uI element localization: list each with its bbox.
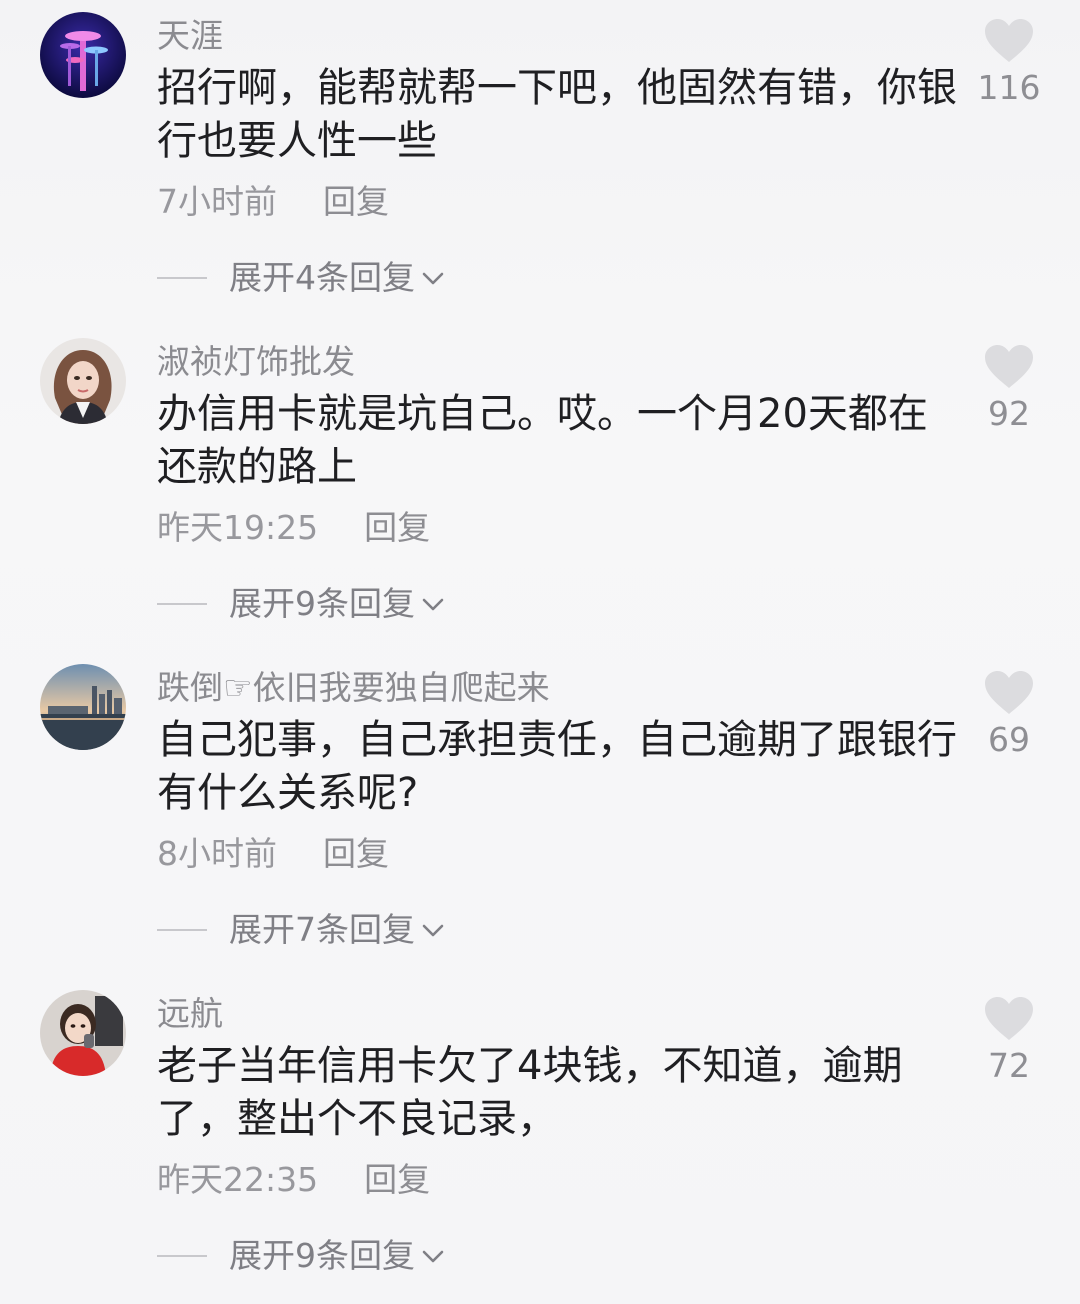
expand-replies-label: 展开7条回复	[229, 910, 415, 949]
username[interactable]: 淑祯灯饰批发	[157, 340, 355, 384]
like-button[interactable]: 69	[968, 670, 1050, 770]
chevron-down-icon	[422, 924, 444, 937]
chevron-down-icon	[422, 1250, 444, 1263]
heart-icon	[985, 671, 1033, 714]
comment-list: 天涯 招行啊，能帮就帮一下吧，他固然有错，你银 行也要人性一些 7小时前 回复 …	[0, 0, 1080, 1303]
username[interactable]: 天涯	[157, 14, 223, 58]
timestamp: 昨天19:25	[157, 508, 319, 547]
comment-item: 跌倒☞依旧我要独自爬起来 自己犯事，自己承担责任，自己逾期了跟银行 有什么关系呢…	[0, 652, 1080, 978]
comment-text: 办信用卡就是坑自己。哎。一个月20天都在 还款的路上	[157, 391, 928, 490]
expand-replies-label: 展开9条回复	[229, 1236, 415, 1275]
heart-icon	[985, 997, 1033, 1040]
like-count: 92	[988, 394, 1030, 433]
chevron-down-icon	[422, 272, 444, 285]
comment-meta: 昨天22:35 回复	[157, 1158, 430, 1202]
expand-replies-label: 展开9条回复	[229, 584, 415, 623]
like-count: 116	[977, 68, 1041, 107]
comment-text: 老子当年信用卡欠了4块钱，不知道，逾期 了，整出个不良记录，	[157, 1043, 903, 1142]
girl-red-dress-avatar[interactable]	[40, 990, 126, 1076]
tower-night-avatar[interactable]	[40, 12, 126, 98]
comment-text: 招行啊，能帮就帮一下吧，他固然有错，你银 行也要人性一些	[157, 65, 957, 164]
timestamp: 7小时前	[157, 182, 277, 221]
timestamp: 昨天22:35	[157, 1160, 319, 1199]
like-count: 69	[988, 720, 1030, 759]
expand-replies-label: 展开4条回复	[229, 258, 415, 297]
reply-button[interactable]: 回复	[323, 180, 389, 224]
heart-icon	[985, 345, 1033, 388]
username[interactable]: 远航	[157, 992, 223, 1036]
comment-meta: 昨天19:25 回复	[157, 506, 430, 550]
comment-item: 远航 老子当年信用卡欠了4块钱，不知道，逾期 了，整出个不良记录， 昨天22:3…	[0, 978, 1080, 1304]
reply-button[interactable]: 回复	[323, 832, 389, 876]
reply-button[interactable]: 回复	[364, 1158, 430, 1202]
comment-meta: 8小时前 回复	[157, 832, 389, 876]
divider	[157, 1255, 207, 1257]
comment-meta: 7小时前 回复	[157, 180, 389, 224]
timestamp: 8小时前	[157, 834, 277, 873]
like-button[interactable]: 116	[968, 18, 1050, 118]
expand-replies-button[interactable]: 展开7条回复	[157, 908, 445, 952]
expand-replies-button[interactable]: 展开4条回复	[157, 256, 445, 300]
expand-replies-button[interactable]: 展开9条回复	[157, 1234, 445, 1278]
like-count: 72	[988, 1046, 1030, 1085]
expand-replies-button[interactable]: 展开9条回复	[157, 582, 445, 626]
comment-text: 自己犯事，自己承担责任，自己逾期了跟银行 有什么关系呢?	[157, 717, 957, 816]
divider	[157, 929, 207, 931]
comment-item: 天涯 招行啊，能帮就帮一下吧，他固然有错，你银 行也要人性一些 7小时前 回复 …	[0, 0, 1080, 326]
chevron-down-icon	[422, 598, 444, 611]
username[interactable]: 跌倒☞依旧我要独自爬起来	[157, 666, 550, 710]
divider	[157, 277, 207, 279]
heart-icon	[985, 19, 1033, 62]
woman-portrait-avatar[interactable]	[40, 338, 126, 424]
like-button[interactable]: 72	[968, 996, 1050, 1096]
reply-button[interactable]: 回复	[364, 506, 430, 550]
comment-item: 淑祯灯饰批发 办信用卡就是坑自己。哎。一个月20天都在 还款的路上 昨天19:2…	[0, 326, 1080, 652]
city-skyline-avatar[interactable]	[40, 664, 126, 750]
divider	[157, 603, 207, 605]
like-button[interactable]: 92	[968, 344, 1050, 444]
